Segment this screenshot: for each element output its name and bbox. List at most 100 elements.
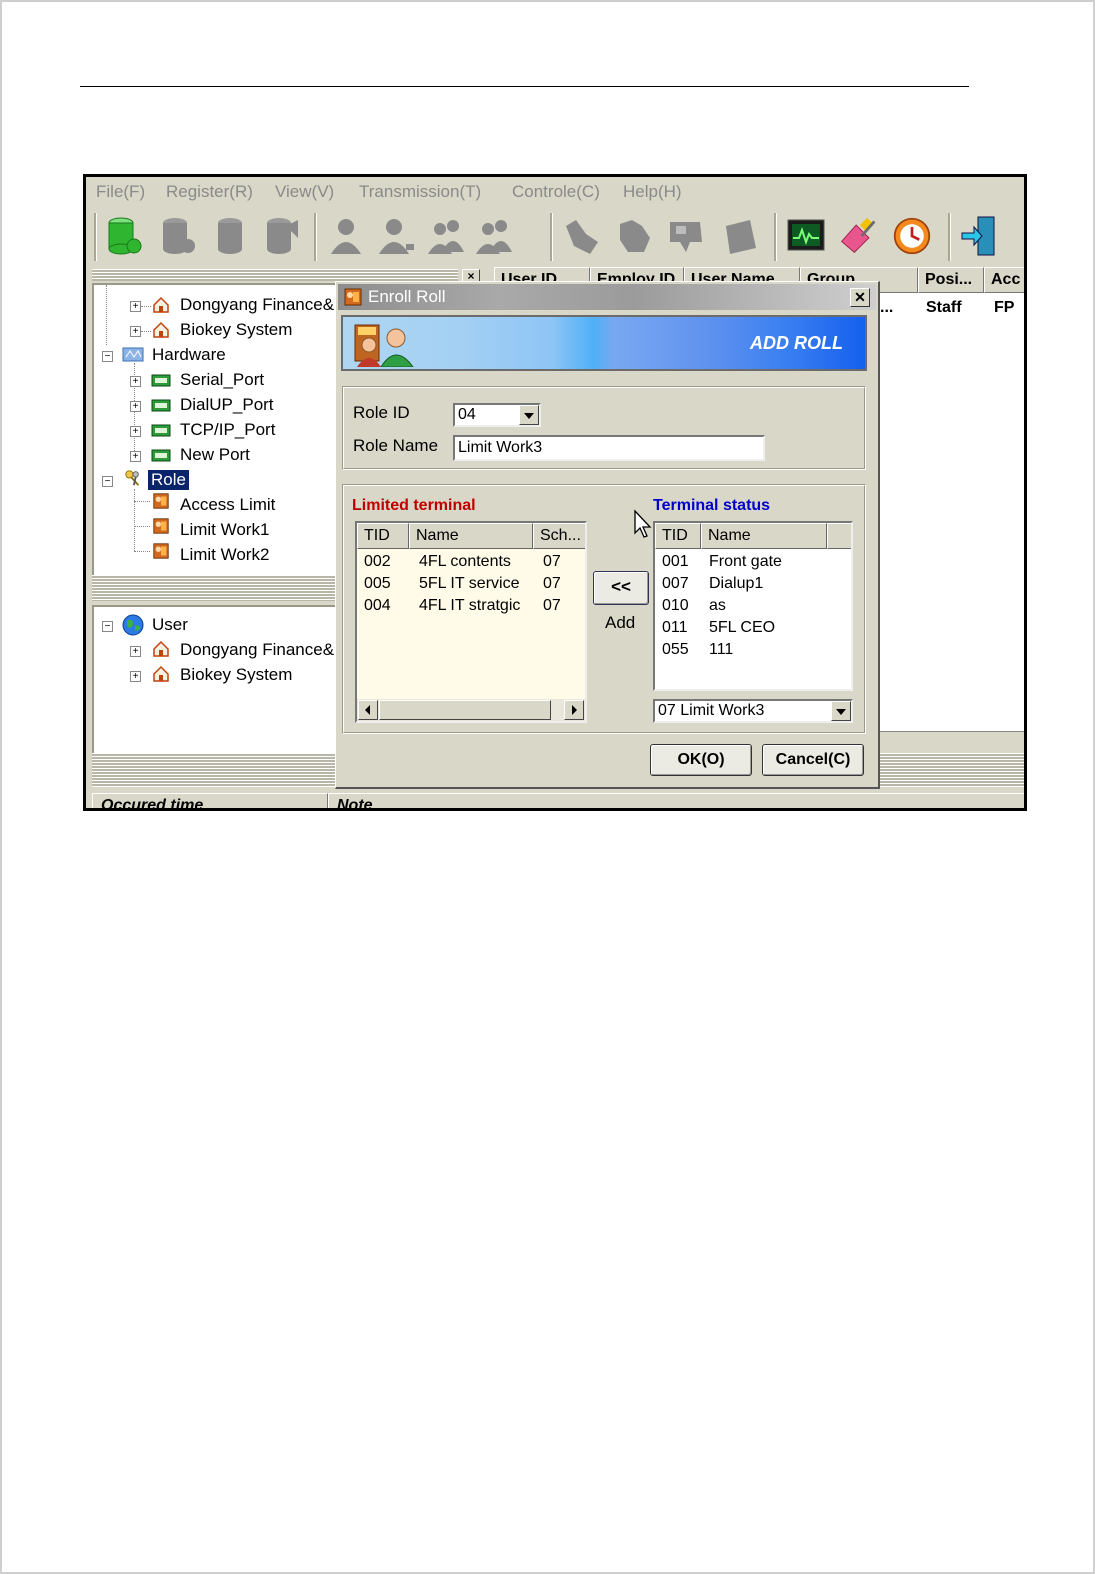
limited-header-tid[interactable]: TID — [357, 523, 409, 549]
tree-item-org2[interactable]: Biokey System — [180, 320, 292, 340]
tree-item-org1[interactable]: Dongyang Finance& — [180, 295, 334, 315]
close-icon[interactable]: ✕ — [850, 288, 870, 307]
db-icon-4[interactable] — [262, 215, 302, 257]
db-icon-2[interactable] — [158, 215, 198, 257]
limited-cell-name[interactable]: 5FL IT service — [419, 575, 519, 593]
limited-cell-tid[interactable]: 004 — [364, 597, 391, 615]
menu-controle[interactable]: Controle(C) — [512, 182, 600, 202]
limited-header-name[interactable]: Name — [409, 523, 533, 549]
dialog-title: Enroll Roll — [368, 287, 446, 306]
menu-transmission[interactable]: Transmission(T) — [359, 182, 481, 202]
grid-header-access[interactable]: Acc — [984, 267, 1024, 293]
chevron-down-icon[interactable] — [831, 701, 851, 721]
top-tree-grip[interactable] — [92, 269, 458, 281]
fingerprint-icon[interactable] — [562, 215, 602, 257]
grid-header-position[interactable]: Posi... — [918, 267, 984, 293]
dialog-titlebar[interactable]: Enroll Roll ✕ — [338, 284, 876, 310]
status-cell-tid[interactable]: 007 — [662, 575, 689, 593]
menu-file[interactable]: File(F) — [96, 182, 145, 202]
collapse-toggle[interactable]: − — [102, 621, 113, 632]
tree-item-role-child[interactable]: Limit Work2 — [180, 545, 269, 565]
tree-item-org2[interactable]: Biokey System — [180, 665, 292, 685]
tree-item-port[interactable]: Serial_Port — [180, 370, 264, 390]
exit-door-icon[interactable] — [960, 215, 1000, 257]
limited-cell-name[interactable]: 4FL IT stratgic — [419, 597, 520, 615]
grid-cell-partial[interactable]: ... — [880, 299, 893, 317]
menu-view[interactable]: View(V) — [275, 182, 334, 202]
expand-toggle[interactable]: + — [130, 426, 141, 437]
tree-item-hardware[interactable]: Hardware — [152, 345, 226, 365]
expand-toggle[interactable]: + — [130, 451, 141, 462]
expand-toggle[interactable]: + — [130, 376, 141, 387]
tree-item-port[interactable]: DialUP_Port — [180, 395, 274, 415]
scroll-thumb[interactable] — [379, 700, 551, 720]
tree-item-org1[interactable]: Dongyang Finance& — [180, 640, 334, 660]
status-cell-name[interactable]: Dialup1 — [709, 575, 763, 593]
limited-header-schedule[interactable]: Sch... — [533, 523, 585, 549]
status-cell-tid[interactable]: 010 — [662, 597, 689, 615]
clock-icon[interactable] — [892, 215, 932, 257]
status-cell-name[interactable]: 111 — [709, 641, 733, 659]
status-header-tid[interactable]: TID — [655, 523, 701, 549]
status-header-name[interactable]: Name — [701, 523, 827, 549]
schedule-select[interactable]: 07 Limit Work3 — [653, 699, 853, 723]
device-icon[interactable] — [720, 215, 760, 257]
expand-toggle[interactable]: + — [130, 301, 141, 312]
status-cell-tid[interactable]: 055 — [662, 641, 689, 659]
user-icon[interactable] — [326, 215, 366, 257]
log-header-time[interactable]: Occured time — [92, 793, 328, 808]
tree-item-role-child[interactable]: Limit Work1 — [180, 520, 269, 540]
scroll-right-icon[interactable] — [564, 700, 584, 720]
tree-item-user[interactable]: User — [152, 615, 188, 635]
users-delete-icon[interactable] — [474, 215, 514, 257]
tree-connector — [141, 306, 151, 307]
limited-cell-schedule[interactable]: 07 — [543, 575, 561, 593]
limited-cell-tid[interactable]: 005 — [364, 575, 391, 593]
chevron-down-icon[interactable] — [519, 405, 539, 425]
grid-cell-position[interactable]: Staff — [926, 299, 962, 317]
status-cell-name[interactable]: 5FL CEO — [709, 619, 775, 637]
cancel-button[interactable]: Cancel(C) — [762, 744, 864, 776]
role-id-select[interactable]: 04 — [453, 403, 541, 427]
expand-toggle[interactable]: + — [130, 326, 141, 337]
scroll-left-icon[interactable] — [358, 700, 378, 720]
tree-item-role[interactable]: Role — [148, 470, 189, 490]
hand-icon[interactable] — [614, 215, 654, 257]
add-roll-banner: ADD ROLL — [341, 315, 867, 371]
collapse-toggle[interactable]: − — [102, 351, 113, 362]
tree-item-port[interactable]: TCP/IP_Port — [180, 420, 275, 440]
tree-item-port[interactable]: New Port — [180, 445, 250, 465]
building-icon — [153, 296, 169, 313]
status-cell-tid[interactable]: 011 — [662, 619, 688, 637]
expand-toggle[interactable]: + — [130, 671, 141, 682]
db-icon-3[interactable] — [210, 215, 250, 257]
expand-toggle[interactable]: + — [130, 401, 141, 412]
limited-cell-schedule[interactable]: 07 — [543, 553, 561, 571]
menu-register[interactable]: Register(R) — [166, 182, 253, 202]
expand-toggle[interactable]: + — [130, 646, 141, 657]
eraser-icon[interactable] — [838, 215, 878, 257]
status-cell-tid[interactable]: 001 — [662, 553, 689, 571]
limited-cell-schedule[interactable]: 07 — [543, 597, 561, 615]
status-cell-name[interactable]: Front gate — [709, 553, 782, 571]
limited-cell-name[interactable]: 4FL contents — [419, 553, 511, 571]
role-icon — [153, 493, 169, 509]
enroll-db-icon[interactable] — [104, 215, 144, 257]
card-icon[interactable] — [666, 215, 706, 257]
user-edit-icon[interactable] — [376, 215, 416, 257]
limited-cell-tid[interactable]: 002 — [364, 553, 391, 571]
collapse-toggle[interactable]: − — [102, 476, 113, 487]
monitor-icon[interactable] — [786, 215, 826, 257]
status-cell-name[interactable]: as — [709, 597, 726, 615]
terminal-status-list[interactable]: TID Name 001 Front gate 007 Dialup1 010 … — [653, 521, 853, 691]
horizontal-scrollbar[interactable] — [357, 699, 585, 721]
role-name-input[interactable]: Limit Work3 — [453, 435, 765, 461]
ok-button[interactable]: OK(O) — [650, 744, 752, 776]
limited-terminal-list[interactable]: TID Name Sch... 002 4FL contents 07 005 … — [355, 521, 587, 723]
add-terminal-button[interactable]: << — [593, 571, 649, 605]
grid-cell-access[interactable]: FP — [994, 299, 1014, 317]
tree-item-role-child[interactable]: Access Limit — [180, 495, 275, 515]
log-header-note[interactable]: Note — [328, 793, 1024, 808]
users-icon[interactable] — [426, 215, 466, 257]
menu-help[interactable]: Help(H) — [623, 182, 682, 202]
